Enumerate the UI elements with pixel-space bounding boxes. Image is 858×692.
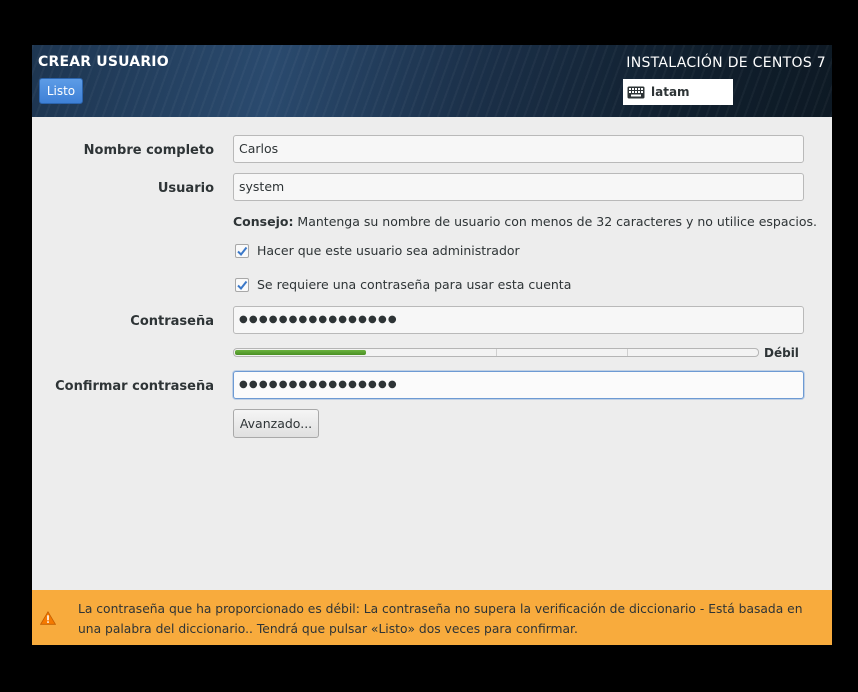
- advanced-button[interactable]: Avanzado...: [233, 409, 319, 438]
- strength-segment-divider: [496, 349, 497, 356]
- password-required-checkbox[interactable]: [235, 277, 249, 292]
- admin-checkbox-label: Hacer que este usuario sea administrador: [257, 243, 520, 258]
- hint-text: Mantenga su nombre de usuario con menos …: [293, 214, 817, 229]
- password-label: Contraseña: [130, 314, 214, 329]
- warning-message: La contraseña que ha proporcionado es dé…: [78, 602, 803, 636]
- strength-segment-divider: [627, 349, 628, 356]
- username-label: Usuario: [157, 181, 214, 196]
- password-strength-label: Débil: [764, 346, 799, 360]
- admin-checkbox[interactable]: [235, 243, 249, 258]
- checkmark-icon: [237, 246, 248, 256]
- hint-prefix: Consejo:: [233, 214, 294, 229]
- confirm-password-field[interactable]: ●●●●●●●●●●●●●●●●: [233, 371, 804, 399]
- warning-triangle-icon: [40, 611, 56, 625]
- password-required-checkbox-row[interactable]: Se requiere una contraseña para usar est…: [235, 277, 571, 292]
- password-required-checkbox-label: Se requiere una contraseña para usar est…: [257, 277, 572, 292]
- fullname-label: Nombre completo: [83, 143, 214, 158]
- spoke-title: CREAR USUARIO: [38, 54, 169, 70]
- done-button[interactable]: Listo: [39, 78, 83, 104]
- create-user-window: CREAR USUARIO Listo INSTALACIÓN DE CENTO…: [32, 45, 832, 645]
- product-title: INSTALACIÓN DE CENTOS 7: [626, 55, 826, 71]
- header-bar: CREAR USUARIO Listo INSTALACIÓN DE CENTO…: [32, 45, 832, 117]
- warning-bar[interactable]: La contraseña que ha proporcionado es dé…: [32, 590, 832, 645]
- password-field[interactable]: ●●●●●●●●●●●●●●●●: [233, 306, 804, 334]
- keyboard-layout-label: latam: [651, 85, 690, 99]
- password-strength-fill: [235, 350, 366, 355]
- username-field[interactable]: system: [233, 173, 804, 201]
- username-hint: Consejo: Mantenga su nombre de usuario c…: [233, 214, 817, 229]
- fullname-field[interactable]: Carlos: [233, 135, 804, 163]
- password-strength-bar: [233, 348, 759, 357]
- keyboard-layout-indicator[interactable]: latam: [623, 79, 733, 105]
- admin-checkbox-row[interactable]: Hacer que este usuario sea administrador: [235, 243, 520, 258]
- keyboard-icon: [627, 86, 645, 98]
- checkmark-icon: [237, 280, 248, 290]
- confirm-password-label: Confirmar contraseña: [55, 379, 214, 394]
